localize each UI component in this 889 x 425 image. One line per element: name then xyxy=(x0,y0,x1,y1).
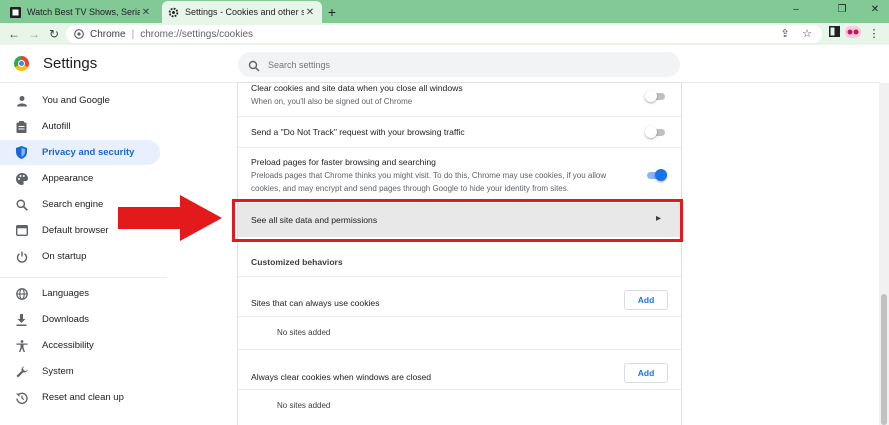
settings-search[interactable] xyxy=(238,52,680,77)
sidebar-item-label: Reset and clean up xyxy=(42,392,124,403)
cookies-settings-card: Clear cookies and site data when you clo… xyxy=(238,83,681,425)
restore-button[interactable]: ❐ xyxy=(828,2,856,18)
clear-on-exit-subtitle: When on, you'll also be signed out of Ch… xyxy=(251,97,413,106)
shield-icon xyxy=(15,146,28,159)
sidebar-item-label: Default browser xyxy=(42,225,109,236)
sidebar-item-label: Downloads xyxy=(42,314,89,325)
sidebar-item-label: Autofill xyxy=(42,121,71,132)
sidebar-item-reset-and-clean-up[interactable]: Reset and clean up xyxy=(0,385,160,410)
always-use-cookies-title: Sites that can always use cookies xyxy=(251,298,380,308)
omnibox-label: Chrome xyxy=(90,28,126,40)
sidebar-item-label: Appearance xyxy=(42,173,94,184)
scrollbar-thumb[interactable] xyxy=(881,294,887,425)
browser-icon xyxy=(15,224,28,237)
sidebar-item-label: You and Google xyxy=(42,95,110,106)
preload-toggle[interactable] xyxy=(645,169,667,181)
sidebar-divider xyxy=(0,277,166,278)
customized-behaviors-heading: Customized behaviors xyxy=(251,257,343,267)
power-icon xyxy=(15,250,28,263)
person-icon xyxy=(15,94,28,107)
do-not-track-toggle[interactable] xyxy=(645,126,667,138)
search-input[interactable] xyxy=(268,59,648,70)
sidebar-item-accessibility[interactable]: Accessibility xyxy=(0,333,160,358)
add-always-use-button[interactable]: Add xyxy=(624,290,668,310)
history-icon xyxy=(15,391,28,404)
sidebar-item-appearance[interactable]: Appearance xyxy=(0,166,160,191)
search-icon xyxy=(248,59,260,71)
share-icon[interactable]: ⇪ xyxy=(778,27,792,41)
accessibility-icon xyxy=(15,339,28,352)
bookmark-star-icon[interactable]: ☆ xyxy=(800,27,814,41)
sidebar-item-privacy-and-security[interactable]: Privacy and security xyxy=(0,140,160,165)
globe-icon xyxy=(15,287,28,300)
chrome-logo-icon xyxy=(14,56,29,71)
sidebar-item-label: On startup xyxy=(42,251,87,262)
close-icon[interactable]: ✕ xyxy=(140,7,152,18)
clipboard-icon xyxy=(15,120,28,133)
sidebar-item-label: Privacy and security xyxy=(42,147,135,158)
do-not-track-title: Send a "Do Not Track" request with your … xyxy=(251,127,465,137)
browser-toolbar: ← → ↻ Chrome | chrome://settings/cookies… xyxy=(0,23,889,45)
close-icon[interactable]: ✕ xyxy=(304,7,316,18)
sidebar-item-on-startup[interactable]: On startup xyxy=(0,244,160,269)
row-divider xyxy=(238,316,681,317)
always-clear-cookies-title: Always clear cookies when windows are cl… xyxy=(251,372,432,382)
chrome-site-icon xyxy=(74,29,84,39)
window-close-button[interactable]: ✕ xyxy=(861,2,889,18)
page-title: Settings xyxy=(43,55,98,72)
search-icon xyxy=(15,198,28,211)
always-use-empty-text: No sites added xyxy=(277,328,331,337)
row-divider xyxy=(238,349,681,350)
sidebar-item-languages[interactable]: Languages xyxy=(0,281,160,306)
tab-tv-shows[interactable]: Watch Best TV Shows, Serials, Sp ✕ xyxy=(4,1,158,23)
tab-title: Settings - Cookies and other site xyxy=(185,7,304,17)
clear-on-exit-title: Clear cookies and site data when you clo… xyxy=(251,83,463,93)
add-always-clear-button[interactable]: Add xyxy=(624,363,668,383)
side-panel-icon[interactable] xyxy=(826,26,842,42)
wrench-icon xyxy=(15,365,28,378)
sidebar-item-you-and-google[interactable]: You and Google xyxy=(0,88,160,113)
sidebar-item-label: Languages xyxy=(42,288,90,299)
tv-site-icon xyxy=(10,6,21,18)
preload-subtitle-line1: Preloads pages that Chrome thinks you mi… xyxy=(251,171,607,180)
page-scrollbar[interactable] xyxy=(879,83,889,425)
preload-title: Preload pages for faster browsing and se… xyxy=(251,157,436,167)
reload-button[interactable]: ↻ xyxy=(46,26,62,42)
sidebar-item-autofill[interactable]: Autofill xyxy=(0,114,160,139)
forward-button[interactable]: → xyxy=(26,26,42,42)
chrome-menu-button[interactable]: ⋮ xyxy=(866,26,882,42)
tab-settings[interactable]: Settings - Cookies and other site ✕ xyxy=(162,1,322,23)
minimize-button[interactable]: – xyxy=(782,2,810,18)
sidebar-item-label: Accessibility xyxy=(42,340,94,351)
settings-sidebar: You and Google Autofill Privacy and secu… xyxy=(0,87,166,425)
download-icon xyxy=(15,313,28,326)
gear-icon xyxy=(168,7,179,18)
annotation-highlight-box xyxy=(232,199,683,242)
sidebar-item-downloads[interactable]: Downloads xyxy=(0,307,160,332)
clear-on-exit-toggle[interactable] xyxy=(645,90,667,102)
tab-strip: Watch Best TV Shows, Serials, Sp ✕ Setti… xyxy=(0,0,889,23)
sidebar-item-system[interactable]: System xyxy=(0,359,160,384)
omnibox-separator: | xyxy=(131,28,135,40)
row-divider xyxy=(238,147,681,148)
preload-subtitle-line2: cookies, and may encrypt and send pages … xyxy=(251,184,569,193)
back-button[interactable]: ← xyxy=(6,26,22,42)
settings-header: Settings xyxy=(0,45,880,83)
always-clear-empty-text: No sites added xyxy=(277,401,331,410)
sidebar-item-label: Search engine xyxy=(42,199,104,210)
profile-avatar[interactable] xyxy=(845,26,861,42)
annotation-arrow-icon xyxy=(118,195,222,241)
palette-icon xyxy=(15,172,28,185)
new-tab-button[interactable]: + xyxy=(324,4,340,20)
row-divider xyxy=(238,389,681,390)
sidebar-item-label: System xyxy=(42,366,74,377)
row-divider xyxy=(238,116,681,117)
url-text: chrome://settings/cookies xyxy=(140,28,254,40)
tab-title: Watch Best TV Shows, Serials, Sp xyxy=(27,7,140,17)
address-bar[interactable]: Chrome | chrome://settings/cookies ⇪ ☆ xyxy=(66,25,822,43)
row-divider xyxy=(238,276,681,277)
